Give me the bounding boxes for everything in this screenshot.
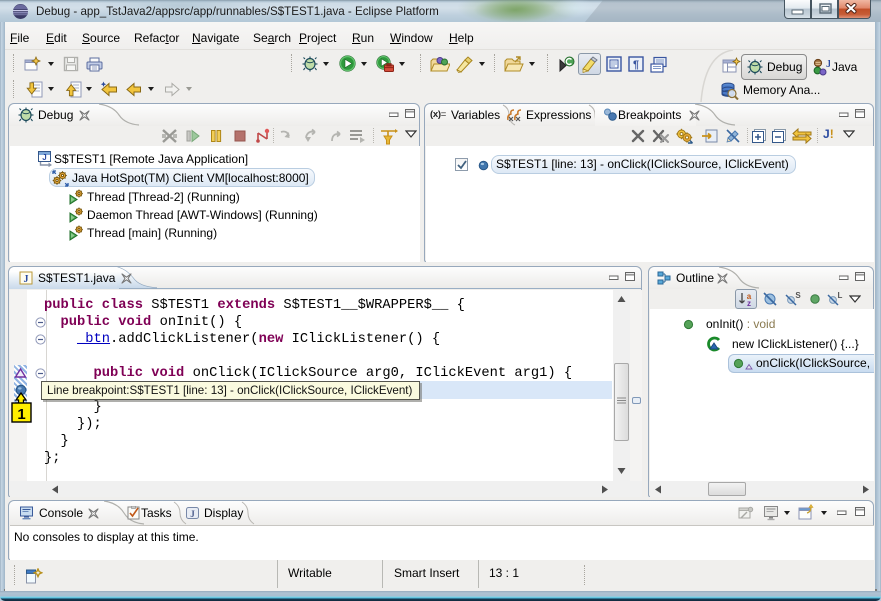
svg-text:L: L	[838, 291, 843, 300]
svg-text:J: J	[826, 58, 830, 70]
svg-text:¶: ¶	[633, 59, 639, 71]
svg-text:S: S	[795, 291, 801, 300]
svg-text:J: J	[42, 153, 46, 162]
svg-text:z: z	[747, 299, 751, 307]
svg-text:J: J	[190, 509, 195, 519]
svg-text:J: J	[24, 274, 29, 285]
svg-text:1: 1	[17, 406, 25, 423]
